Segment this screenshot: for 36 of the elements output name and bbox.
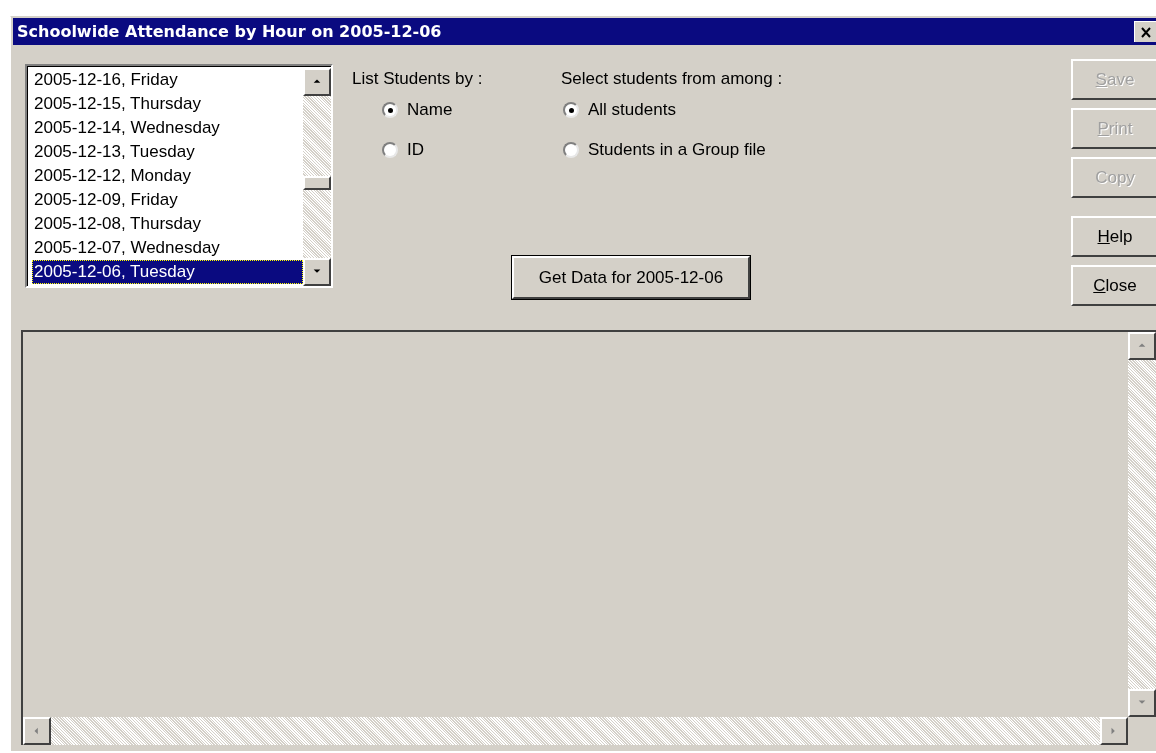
radio-label[interactable]: Students in a Group file (588, 140, 766, 160)
vertical-scrollbar[interactable] (1128, 332, 1156, 717)
date-list-item[interactable]: 2005-12-15, Thursday (32, 92, 303, 116)
date-list-item[interactable]: 2005-12-09, Friday (32, 188, 303, 212)
horizontal-scrollbar[interactable] (23, 717, 1128, 745)
radio-label[interactable]: All students (588, 100, 676, 120)
scroll-down-button[interactable] (1128, 689, 1156, 717)
scroll-up-button[interactable] (303, 68, 331, 96)
radio-label[interactable]: Name (407, 100, 453, 120)
date-list-item[interactable]: 2005-12-12, Monday (32, 164, 303, 188)
date-list-item[interactable]: 2005-12-16, Friday (32, 68, 303, 92)
date-list[interactable]: 2005-12-16, Friday 2005-12-15, Thursday 2005-12-14, Wednesday 2005-12-13, Tuesday 2005-12-12, Monday 2005-12-09, Friday 2005-12-08, Thursday 2005-12-07, Wednesday 2005-12-06, Tuesday (25, 64, 333, 288)
scroll-thumb[interactable] (303, 176, 331, 190)
group-label: List Students by : (352, 68, 484, 90)
radio-button[interactable] (563, 102, 579, 118)
radio-button[interactable] (382, 102, 398, 118)
scroll-right-button[interactable] (1100, 717, 1128, 745)
close-icon (1139, 26, 1152, 38)
date-list-item[interactable]: 2005-12-06, Tuesday (32, 260, 303, 284)
date-list-item[interactable]: 2005-12-07, Wednesday (32, 236, 303, 260)
date-list-item[interactable]: 2005-12-13, Tuesday (32, 140, 303, 164)
scroll-left-button[interactable] (23, 717, 51, 745)
get-data-button[interactable]: Get Data for 2005-12-06 (512, 256, 750, 299)
window-title: Schoolwide Attendance by Hour on 2005-12-06 (17, 22, 442, 41)
radio-button[interactable] (382, 142, 398, 158)
radio-button[interactable] (563, 142, 579, 158)
dialog-button[interactable]: Help (1071, 216, 1156, 257)
group-label: Select students from among : (561, 68, 783, 90)
date-list-item[interactable]: 2005-12-08, Thursday (32, 212, 303, 236)
close-button[interactable] (1134, 21, 1156, 42)
dialog-button[interactable]: Close (1071, 265, 1156, 306)
radio-label[interactable]: ID (407, 140, 424, 160)
scroll-up-button[interactable] (1128, 332, 1156, 360)
date-list-item[interactable]: 2005-12-14, Wednesday (32, 116, 303, 140)
scrollbar[interactable] (303, 68, 331, 286)
scroll-down-button[interactable] (303, 258, 331, 286)
